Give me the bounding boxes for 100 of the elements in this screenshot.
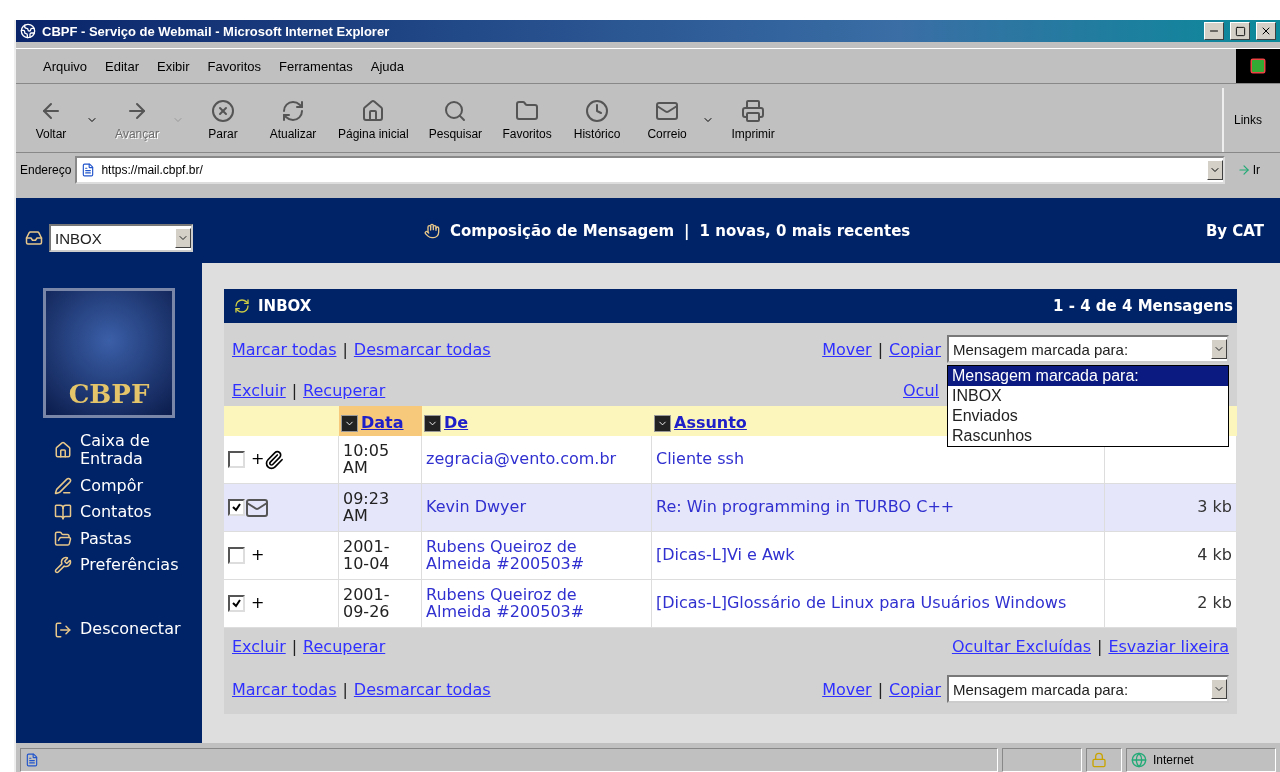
- subject-link[interactable]: Re: Win programming in TURBO C++: [656, 499, 955, 516]
- search-icon: [443, 99, 468, 123]
- unmark-all-link[interactable]: Desmarcar todas: [353, 679, 491, 699]
- subject-link[interactable]: [Dicas-L]Glossário de Linux para Usuários Windows: [656, 595, 1067, 612]
- menu-item[interactable]: Exibir: [150, 56, 197, 76]
- toolbar-button[interactable]: Página inicial: [328, 88, 419, 152]
- nav-link[interactable]: Desconectar: [54, 618, 202, 641]
- separator: |: [877, 339, 884, 359]
- nav-link[interactable]: Compôr: [54, 474, 202, 498]
- separator: |: [342, 679, 348, 699]
- menu-item[interactable]: Editar: [98, 56, 147, 76]
- move-link[interactable]: Mover: [822, 679, 872, 699]
- links-button[interactable]: Links: [1222, 88, 1280, 152]
- globe-icon: [1131, 752, 1147, 768]
- menu-item[interactable]: Ferramentas: [272, 56, 360, 76]
- menu-item[interactable]: Arquivo: [36, 56, 95, 76]
- subject-link[interactable]: Cliente ssh: [656, 451, 745, 468]
- folder-icon: [54, 529, 72, 548]
- folder-select[interactable]: INBOX: [49, 224, 193, 252]
- sender-link[interactable]: zegracia@vento.com.br: [426, 451, 617, 468]
- toolbar-button[interactable]: Atualizar: [258, 88, 328, 152]
- empty-trash-link[interactable]: Esvaziar lixeira: [1108, 636, 1229, 656]
- table-cell: 2001-10-04: [339, 532, 422, 580]
- hide-deleted-link[interactable]: Ocultar Excluídas: [951, 636, 1092, 656]
- flag-text: +: [251, 595, 265, 612]
- target-folder-select[interactable]: Mensagem marcada para:: [947, 675, 1229, 703]
- toolbar-button[interactable]: Imprimir: [718, 88, 789, 152]
- undelete-link[interactable]: Recuperar: [303, 381, 386, 400]
- mark-all-link[interactable]: Marcar todas: [232, 339, 337, 359]
- table-cell: 2001-09-26: [339, 580, 422, 628]
- checkbox[interactable]: [228, 595, 245, 612]
- target-folder-select[interactable]: Mensagem marcada para:: [947, 335, 1229, 363]
- table-cell: 2 kb: [1105, 580, 1237, 628]
- column-sort-link[interactable]: Assunto: [674, 413, 747, 432]
- checkbox[interactable]: [228, 451, 245, 468]
- refresh-icon: [281, 99, 305, 123]
- zone-text: Internet: [1153, 753, 1194, 767]
- page-icon: [81, 163, 96, 177]
- sender-link[interactable]: Rubens Queiroz de Almeida #200503#: [426, 586, 622, 621]
- home-icon: [361, 99, 386, 123]
- compose-link[interactable]: Composição de Mensagem: [424, 221, 675, 240]
- toolbar-button[interactable]: Pesquisar: [418, 88, 493, 152]
- address-field[interactable]: https://mail.cbpf.br/: [75, 156, 1225, 184]
- go-arrow-icon: [1236, 163, 1251, 177]
- undelete-link[interactable]: Recuperar: [303, 636, 386, 656]
- copy-link[interactable]: Copiar: [889, 679, 941, 699]
- address-label: Endereço: [20, 163, 72, 177]
- table-cell: 09:23 AM: [339, 484, 422, 532]
- checkmark-icon: [232, 503, 241, 512]
- nav-link[interactable]: Contatos: [54, 501, 202, 524]
- delete-link[interactable]: Excluir: [232, 636, 286, 656]
- folder-icon: [515, 99, 540, 123]
- minimize-button[interactable]: [1204, 22, 1224, 40]
- flag-text: +: [251, 451, 265, 468]
- book-icon: [54, 503, 72, 522]
- table-cell: 4 kb: [1105, 532, 1237, 580]
- menu-item[interactable]: Favoritos: [200, 56, 269, 76]
- clock-icon: [585, 99, 610, 123]
- lock-icon: [1091, 752, 1107, 768]
- nav-link[interactable]: Preferências: [54, 553, 202, 577]
- toolbar-button[interactable]: Histórico: [562, 88, 633, 152]
- hide-deleted-link[interactable]: Ocul: [903, 381, 939, 400]
- sender-link[interactable]: Kevin Dwyer: [426, 499, 526, 516]
- close-icon: [1260, 25, 1272, 37]
- column-sort-link[interactable]: De: [444, 413, 469, 432]
- panel-title: INBOX: [258, 297, 312, 315]
- mail-icon: [655, 99, 680, 123]
- dropdown-option[interactable]: Mensagem marcada para:: [948, 366, 1228, 386]
- separator: |: [684, 221, 690, 240]
- unmark-all-link[interactable]: Desmarcar todas: [353, 339, 491, 359]
- house-icon: [54, 441, 72, 460]
- mark-all-link[interactable]: Marcar todas: [232, 679, 337, 699]
- toolbar-button[interactable]: Favoritos: [492, 88, 563, 152]
- move-link[interactable]: Mover: [822, 339, 872, 359]
- toolbar-button[interactable]: Voltar: [16, 88, 86, 152]
- go-button[interactable]: Ir: [1228, 163, 1276, 177]
- pen-icon: [54, 476, 72, 495]
- menu-item[interactable]: Ajuda: [363, 56, 411, 76]
- maximize-button[interactable]: [1230, 22, 1250, 40]
- separator: |: [877, 679, 884, 699]
- subject-link[interactable]: [Dicas-L]Vi e Awk: [656, 547, 795, 564]
- flag-text: +: [251, 547, 265, 564]
- window-title: CBPF - Serviço de Webmail - Microsoft Internet Explorer: [42, 23, 391, 39]
- checkmark-icon: [232, 599, 241, 608]
- close-button[interactable]: [1256, 22, 1276, 40]
- column-sort-link[interactable]: Data: [361, 413, 404, 432]
- copy-link[interactable]: Copiar: [889, 339, 941, 359]
- toolbar-button[interactable]: Correio: [632, 88, 703, 152]
- toolbar-button[interactable]: Parar: [188, 88, 258, 152]
- checkbox[interactable]: [228, 499, 245, 516]
- nav-link[interactable]: Caixa de Entrada: [54, 430, 202, 471]
- delete-link[interactable]: Excluir: [232, 381, 286, 400]
- credit-text: By CAT: [1205, 221, 1264, 240]
- message-count: 1 - 4 de 4 Mensagens: [1053, 297, 1233, 315]
- checkbox[interactable]: [228, 547, 245, 564]
- browser-icon: [20, 23, 36, 39]
- sender-link[interactable]: Rubens Queiroz de Almeida #200503#: [426, 538, 622, 573]
- separator: |: [1097, 636, 1103, 656]
- nav-link[interactable]: Pastas: [54, 527, 202, 550]
- refresh-icon[interactable]: [234, 298, 250, 314]
